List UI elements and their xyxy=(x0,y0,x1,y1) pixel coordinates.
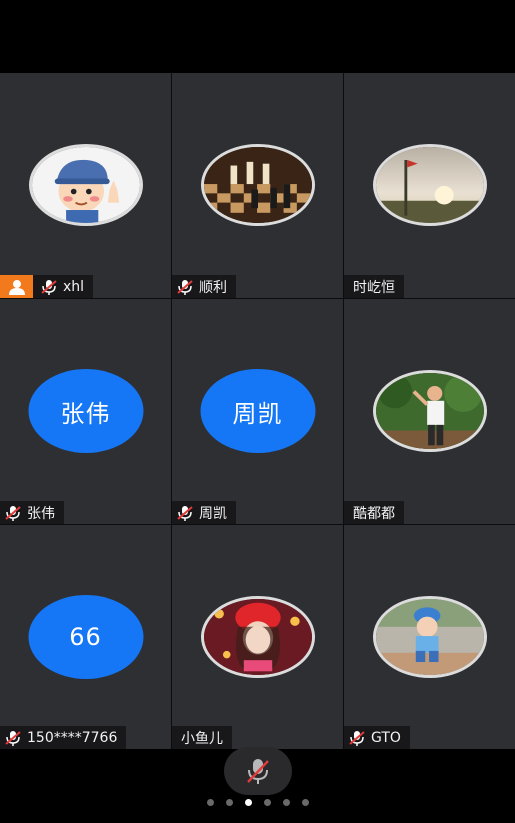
page-indicator xyxy=(0,799,515,806)
cartoon-boy-avatar xyxy=(28,144,143,226)
girl-red-hat-avatar xyxy=(200,596,315,678)
participant-label: xhl xyxy=(0,275,94,298)
participant-label: 时屹恒 xyxy=(344,275,404,298)
participant-label: 张伟 xyxy=(0,501,64,524)
initials-avatar: 张伟 xyxy=(28,369,143,453)
muted-mic-icon xyxy=(41,279,57,295)
participant-tile[interactable]: 酷都都 xyxy=(344,299,515,524)
initials-avatar: 周凯 xyxy=(200,369,315,453)
participant-name: 顺利 xyxy=(199,279,227,296)
participant-label: 顺利 xyxy=(172,275,236,298)
participant-tile[interactable]: 时屹恒 xyxy=(344,73,515,298)
participant-name: 酷都都 xyxy=(353,505,395,522)
chess-board-avatar xyxy=(200,144,315,226)
man-in-garden-avatar xyxy=(372,370,487,452)
participant-label: 周凯 xyxy=(172,501,236,524)
participant-name: 150****7766 xyxy=(27,729,118,746)
participant-label: 150****7766 xyxy=(0,726,127,749)
participant-tile[interactable]: 顺利 xyxy=(172,73,343,298)
participant-name: 周凯 xyxy=(199,505,227,522)
muted-mic-icon xyxy=(5,505,21,521)
muted-microphone-icon xyxy=(247,759,269,784)
participant-name: xhl xyxy=(63,278,85,295)
participant-tile[interactable]: GTO xyxy=(344,525,515,749)
participant-name: 小鱼儿 xyxy=(181,730,223,747)
participant-name: GTO xyxy=(371,729,401,746)
participant-label: 小鱼儿 xyxy=(172,726,232,749)
muted-mic-icon xyxy=(177,279,193,295)
child-blue-cap-avatar xyxy=(372,596,487,678)
host-icon xyxy=(0,275,33,298)
participant-label: 酷都都 xyxy=(344,501,404,524)
initials-avatar: 66 xyxy=(28,595,143,679)
participant-tile[interactable]: 周凯 周凯 xyxy=(172,299,343,524)
mute-toggle-button[interactable] xyxy=(224,747,292,795)
participant-tile[interactable]: 张伟 张伟 xyxy=(0,299,171,524)
page-dot[interactable] xyxy=(225,799,233,806)
participant-tile[interactable]: 66 150****7766 xyxy=(0,525,171,749)
page-dot-active[interactable] xyxy=(244,799,252,806)
page-dot[interactable] xyxy=(282,799,290,806)
muted-mic-icon xyxy=(5,730,21,746)
participant-grid: xhl 顺利 时屹恒 张伟 张伟 周凯 周凯 酷都都 66 150****776… xyxy=(0,73,515,749)
participant-name: 张伟 xyxy=(27,505,55,522)
participant-tile[interactable]: xhl xyxy=(0,73,171,298)
participant-label: GTO xyxy=(344,726,410,749)
participant-tile[interactable]: 小鱼儿 xyxy=(172,525,343,749)
participant-name: 时屹恒 xyxy=(353,279,395,296)
landscape-flag-avatar xyxy=(372,144,487,226)
muted-mic-icon xyxy=(177,505,193,521)
muted-mic-icon xyxy=(349,730,365,746)
page-dot[interactable] xyxy=(301,799,309,806)
page-dot[interactable] xyxy=(263,799,271,806)
page-dot[interactable] xyxy=(206,799,214,806)
